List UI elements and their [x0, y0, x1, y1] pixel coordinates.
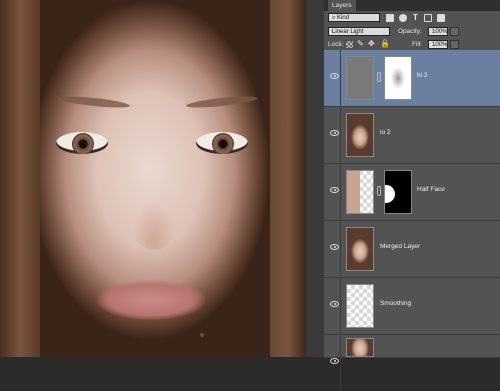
smart-object-filter-icon[interactable] — [437, 14, 445, 22]
filter-kind-select[interactable]: ⌕ Kind — [328, 13, 380, 22]
visibility-eye-icon[interactable] — [330, 187, 339, 193]
layer-mask-thumbnail[interactable] — [384, 170, 412, 214]
document-canvas[interactable] — [0, 0, 306, 357]
layer-row-half-face[interactable]: Half Face — [324, 164, 500, 221]
layer-divider — [340, 221, 341, 277]
visibility-eye-icon[interactable] — [330, 358, 339, 364]
type-filter-icon[interactable]: T — [413, 13, 418, 22]
fill-label: Fill: — [412, 41, 423, 48]
right-iris — [212, 133, 234, 154]
blend-row: Linear Light Opacity: 100% — [324, 26, 500, 38]
layer-thumbnail[interactable] — [346, 284, 374, 328]
hair-right — [270, 0, 306, 357]
filter-row: ⌕ Kind T — [324, 12, 500, 24]
left-eyebrow — [57, 94, 131, 110]
visibility-eye-icon[interactable] — [330, 244, 339, 250]
shape-filter-icon[interactable] — [424, 14, 432, 22]
lock-label: Lock: — [328, 41, 344, 48]
visibility-eye-icon[interactable] — [330, 73, 339, 79]
layer-divider — [340, 50, 341, 106]
mask-shape — [385, 185, 395, 203]
nose — [132, 200, 176, 250]
layer-row-lo-2[interactable]: lo 2 — [324, 107, 500, 164]
layer-thumbnail[interactable] — [346, 56, 374, 100]
layer-thumbnail[interactable] — [346, 338, 374, 357]
lips — [96, 280, 206, 320]
layer-divider — [340, 335, 341, 391]
visibility-eye-icon[interactable] — [330, 130, 339, 136]
layer-row-hi-2[interactable]: hi 2 — [324, 50, 500, 107]
hair-left — [0, 0, 40, 357]
mole — [200, 333, 204, 337]
lock-row: Lock: ✎ ✥ 🔒 Fill: 100% — [324, 39, 500, 50]
lock-transparent-icon[interactable] — [346, 41, 353, 48]
layer-divider — [340, 164, 341, 220]
layer-name[interactable]: Smoothing — [380, 300, 411, 307]
pixel-filter-icon[interactable] — [386, 14, 394, 22]
layer-name[interactable]: Half Face — [417, 186, 445, 193]
mask-link-icon[interactable] — [377, 186, 381, 196]
opacity-input[interactable]: 100% — [428, 27, 448, 36]
left-iris — [72, 133, 94, 154]
lock-pixels-icon[interactable]: ✎ — [357, 39, 364, 48]
layer-row-smoothing-visible[interactable]: Smoothing — [324, 278, 500, 335]
layer-name[interactable]: lo 2 — [380, 129, 390, 136]
opacity-label: Opacity: — [398, 28, 422, 35]
adjustment-filter-icon[interactable] — [399, 14, 407, 22]
filter-kind-value: Kind — [337, 15, 350, 21]
layer-divider — [340, 278, 341, 334]
right-eye — [196, 132, 248, 154]
lock-all-icon[interactable]: 🔒 — [380, 39, 390, 48]
canvas-panel-gap — [306, 0, 324, 357]
mask-link-icon[interactable] — [377, 72, 381, 82]
panel-tabbar: Layers — [324, 0, 500, 11]
fill-input[interactable]: 100% — [428, 40, 448, 49]
layer-name[interactable]: Merged Layer — [380, 243, 420, 250]
tab-layers[interactable]: Layers — [328, 0, 356, 11]
layer-mask-thumbnail[interactable] — [384, 56, 412, 100]
right-eyebrow — [185, 94, 259, 110]
layer-thumbnail[interactable] — [346, 227, 374, 271]
layer-row-partial[interactable] — [324, 335, 500, 391]
left-eye — [56, 132, 108, 154]
layer-thumbnail[interactable] — [346, 113, 374, 157]
fill-dropdown-button[interactable] — [450, 40, 459, 49]
layer-divider — [340, 107, 341, 163]
opacity-dropdown-button[interactable] — [450, 27, 459, 36]
layer-thumbnail[interactable] — [346, 170, 374, 214]
lock-position-icon[interactable]: ✥ — [368, 39, 375, 48]
visibility-eye-icon[interactable] — [330, 301, 339, 307]
layer-row-merged-layer[interactable]: Merged Layer — [324, 221, 500, 278]
layer-name[interactable]: hi 2 — [417, 72, 427, 79]
blend-mode-select[interactable]: Linear Light — [328, 27, 390, 36]
